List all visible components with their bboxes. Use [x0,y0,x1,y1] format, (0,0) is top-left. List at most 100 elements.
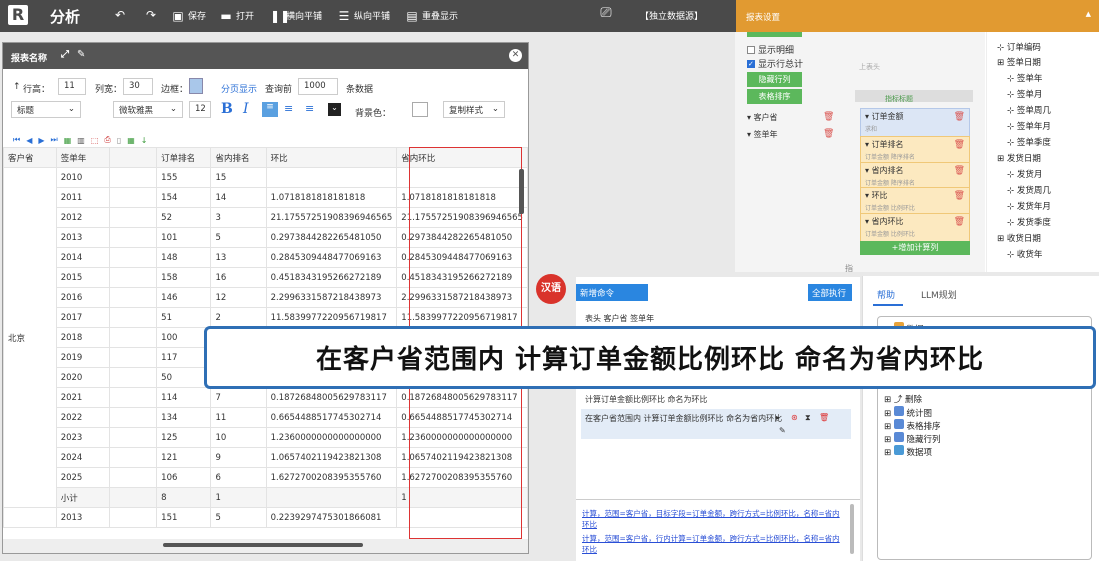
hide-col-button[interactable]: 隐藏行列 [747,72,802,87]
table-cell[interactable]: 7 [210,387,267,408]
table-cell[interactable]: 5 [210,227,267,248]
table-cell[interactable] [109,347,158,368]
dim-item[interactable]: ▾ 客户省 [747,112,778,123]
new-command-button[interactable]: 新增命令 [576,284,648,301]
log-line[interactable]: 计算，范围=客户省，目标字段=订单金额，跨行方式=比例环比，名称=省内环比 [582,508,844,530]
log-line[interactable]: 计算，范围=客户省，行内计算=订单金额，跨行方式=比例环比，名称=省内环比 [582,533,844,555]
sort-icon[interactable]: ↑ [13,82,21,92]
last-page-icon[interactable]: ⏭ [51,135,58,145]
table-cell[interactable]: 5 [210,507,267,528]
copy-style-select[interactable]: 复制样式 ⌄ [443,101,505,118]
table-sort-button[interactable]: 表格排序 [747,89,802,104]
tree-item[interactable]: ⊹ 收货年 [1007,248,1042,260]
font-select[interactable]: 微软雅黑 ⌄ [113,101,183,118]
query-count-input[interactable]: 1000 [298,78,338,95]
trash-icon[interactable]: 🗑 [954,217,965,227]
tree-item[interactable]: ⊹ 发货月 [1007,168,1042,180]
table-cell[interactable]: 15 [210,167,267,188]
column-header[interactable]: 订单排名 [156,147,212,168]
table-cell[interactable]: 14 [210,187,267,208]
table-cell[interactable]: 16 [210,267,267,288]
trash-icon[interactable]: 🗑 [823,112,834,122]
dim-item[interactable]: ▾ 签单年 [747,129,778,140]
table-cell[interactable]: 11.5839977220956719817 [265,307,398,328]
sheet-icon[interactable]: ▦ [127,136,135,145]
show-total-checkbox[interactable]: ✓ 显示行总计 [747,57,803,70]
table-cell[interactable]: 2012 [55,207,111,228]
table-cell[interactable] [109,307,158,328]
table-cell[interactable]: 21.17557251908396946565 [265,207,398,228]
language-badge[interactable]: 汉语 [536,274,566,304]
help-tree-item[interactable]: ⊞ 数据项 [884,445,932,458]
table-cell[interactable]: 2010 [55,167,111,188]
tree-item[interactable]: ⊞ 发货日期 [997,152,1041,164]
align-center-button[interactable]: ≡ [284,102,293,115]
vertical-scrollbar[interactable] [519,169,524,214]
style-select[interactable]: 标题 ⌄ [11,101,81,118]
table-cell[interactable]: 0.2845309448477069163 [265,247,398,268]
first-page-icon[interactable]: ⏮ [13,135,20,145]
table-cell[interactable]: 151 [156,507,212,528]
table-cell[interactable]: 2015 [55,267,111,288]
table-cell[interactable]: 0.4518343195266272189 [396,267,528,288]
metric-item[interactable]: ▾ 订单金额 求和 🗑 [860,108,970,138]
column-header[interactable]: 客户省 [3,147,57,168]
export-icon[interactable]: ▥ [77,136,85,145]
table-cell[interactable]: 1 [396,487,528,508]
table-cell[interactable]: 11.5839977220956719817 [396,307,528,328]
table-cell[interactable]: 2024 [55,447,111,468]
table-cell[interactable]: 2023 [55,427,111,448]
trash-icon[interactable]: 🗑 [954,166,965,176]
table-cell[interactable]: 12 [210,287,267,308]
column-header[interactable]: 环比 [265,147,398,168]
close-icon[interactable]: ✕ [509,49,522,62]
table-cell[interactable] [265,167,398,188]
table-cell[interactable]: 106 [156,467,212,488]
table-cell[interactable]: 2 [210,307,267,328]
table-cell[interactable]: 2022 [55,407,111,428]
record-icon[interactable]: ⊛ [791,413,798,422]
table-cell[interactable]: 9 [210,447,267,468]
table-cell[interactable] [109,287,158,308]
table-cell[interactable]: 1.0657402119423821308 [265,447,398,468]
table-cell[interactable]: 2011 [55,187,111,208]
table-cell[interactable] [109,207,158,228]
show-detail-checkbox[interactable]: 显示明细 [747,43,794,56]
redo-button[interactable]: ↷ [145,9,157,21]
row-height-input[interactable]: 11 [58,78,86,95]
table-cell[interactable] [109,447,158,468]
table-cell[interactable]: 100 [156,327,212,348]
tree-item[interactable]: ⊹ 签单季度 [1007,136,1051,148]
table-cell[interactable]: 2018 [55,327,111,348]
table-cell[interactable]: 0.6654488517745302714 [265,407,398,428]
command-line[interactable]: 计算订单金额比例环比 命名为环比 [581,390,851,408]
table-cell[interactable]: 154 [156,187,212,208]
add-calc-button[interactable]: +增加计算列 [860,241,970,255]
table-cell[interactable]: 1.6272700208395355760 [396,467,528,488]
table-cell[interactable]: 0.2973844282265481050 [265,227,398,248]
vsplit-button[interactable]: ☰ 纵向平铺 [338,9,390,23]
table-cell[interactable]: 0.2239297475301866081 [265,507,398,528]
trash-icon[interactable]: 🗑 [954,140,965,150]
table-cell[interactable]: 0.4518343195266272189 [265,267,398,288]
font-size-input[interactable]: 12 [189,101,211,118]
table-cell[interactable]: 158 [156,267,212,288]
table-cell[interactable] [109,427,158,448]
table-cell[interactable]: 125 [156,427,212,448]
table-cell[interactable]: 50 [156,367,212,388]
undo-button[interactable]: ↶ [114,9,126,21]
tree-item[interactable]: ⊞ 签单日期 [997,56,1041,68]
collapse-icon[interactable]: ▲ [1086,10,1091,18]
table-cell[interactable] [109,187,158,208]
text-color-button[interactable]: ⌄ [328,103,341,116]
overlay-button[interactable]: ▤ 重叠显示 [406,9,458,23]
table-cell[interactable]: 2016 [55,287,111,308]
table-cell[interactable] [109,467,158,488]
table-cell[interactable]: 3 [210,207,267,228]
table-cell[interactable]: 8 [156,487,212,508]
table-cell[interactable]: 148 [156,247,212,268]
column-header[interactable]: 省内环比 [396,147,528,168]
table-cell[interactable]: 134 [156,407,212,428]
table-cell[interactable]: 1 [210,487,267,508]
log-scrollbar[interactable] [850,504,854,554]
